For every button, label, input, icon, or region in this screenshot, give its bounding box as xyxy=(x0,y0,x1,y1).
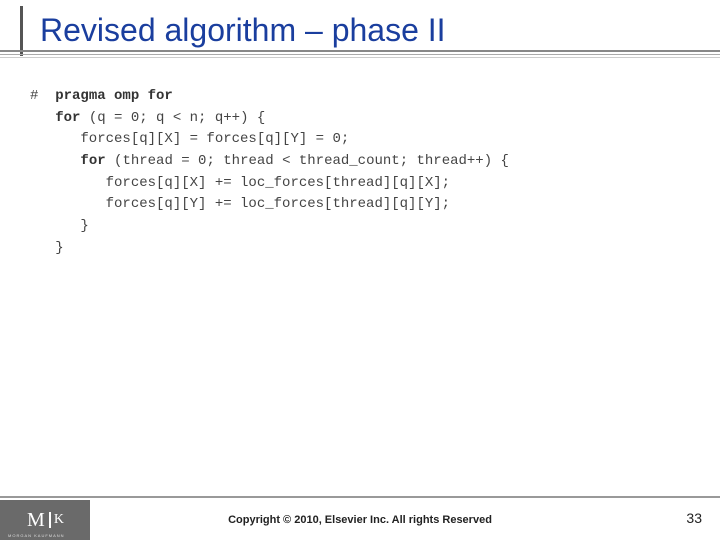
code-brace-outer: } xyxy=(30,240,64,256)
slide-title: Revised algorithm – phase II xyxy=(0,10,720,49)
code-block: # pragma omp for for (q = 0; q < n; q++)… xyxy=(30,86,690,260)
code-directive-kw: pragma omp for xyxy=(55,88,173,104)
logo-caption: MORGAN KAUFMANN xyxy=(8,533,65,538)
code-for2-kw: for xyxy=(80,153,105,169)
footer: MK MORGAN KAUFMANN Copyright © 2010, Els… xyxy=(0,490,720,540)
title-rule xyxy=(0,50,720,52)
title-rule xyxy=(0,54,720,55)
code-line-accx: forces[q][X] += loc_forces[thread][q][X]… xyxy=(30,175,450,191)
code-directive-hash: # xyxy=(30,88,38,104)
code-for2-rest: (thread = 0; thread < thread_count; thre… xyxy=(106,153,509,169)
code-line-init: forces[q][X] = forces[q][Y] = 0; xyxy=(30,131,349,147)
slide: Revised algorithm – phase II # pragma om… xyxy=(0,0,720,540)
code-line-accy: forces[q][Y] += loc_forces[thread][q][Y]… xyxy=(30,196,450,212)
code-for1-rest: (q = 0; q < n; q++) { xyxy=(80,110,265,126)
page-number: 33 xyxy=(686,510,702,526)
title-accent-vertical xyxy=(20,6,28,56)
footer-rule xyxy=(0,496,720,498)
title-bar: Revised algorithm – phase II xyxy=(0,0,720,49)
code-for1-kw: for xyxy=(55,110,80,126)
title-rule xyxy=(0,57,720,58)
code-brace-inner: } xyxy=(30,218,89,234)
copyright-text: Copyright © 2010, Elsevier Inc. All righ… xyxy=(0,514,720,526)
